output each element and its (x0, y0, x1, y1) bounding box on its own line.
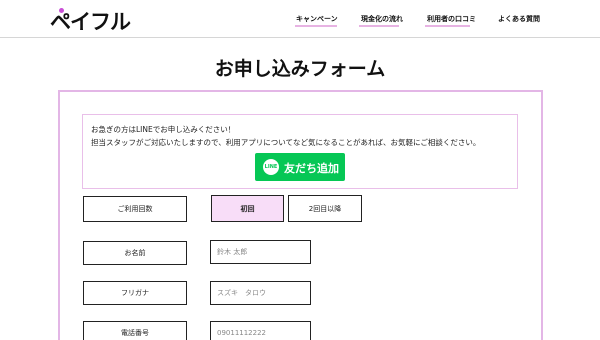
line-add-friend-button[interactable]: LINE 友だち追加 (255, 153, 345, 181)
line-button-label: 友だち追加 (284, 162, 339, 175)
furigana-input[interactable] (210, 281, 311, 305)
nav-item-reviews[interactable]: 利用者の口コミ (427, 14, 476, 24)
notice-line-1: お急ぎの方はLINEでお申し込みください！ (91, 125, 236, 134)
nav-item-campaign[interactable]: キャンペーン (296, 14, 338, 24)
usage-first-time-option[interactable]: 初回 (211, 195, 284, 222)
logo-dot-icon (59, 8, 64, 13)
name-input[interactable] (210, 240, 311, 264)
nav-underline-campaign (295, 25, 337, 27)
name-label: お名前 (83, 241, 187, 265)
nav-item-flow[interactable]: 現金化の流れ (361, 14, 403, 24)
furigana-label: フリガナ (83, 281, 187, 305)
usage-second-or-later-option[interactable]: 2回目以降 (288, 195, 362, 222)
nav-item-faq[interactable]: よくある質問 (498, 14, 540, 24)
nav-underline-flow (359, 25, 399, 27)
phone-label: 電話番号 (83, 321, 187, 340)
line-icon: LINE (263, 159, 279, 175)
notice-line-2: 担当スタッフがご対応いたしますので、利用アプリについてなど気になることがあれば、… (91, 138, 481, 147)
usage-count-label: ご利用回数 (83, 196, 187, 222)
phone-input[interactable] (210, 321, 311, 340)
nav-underline-reviews (425, 25, 470, 27)
page-title: お申し込みフォーム (214, 58, 386, 80)
site-header: ペイフル キャンペーン 現金化の流れ 利用者の口コミ よくある質問 (0, 0, 600, 38)
